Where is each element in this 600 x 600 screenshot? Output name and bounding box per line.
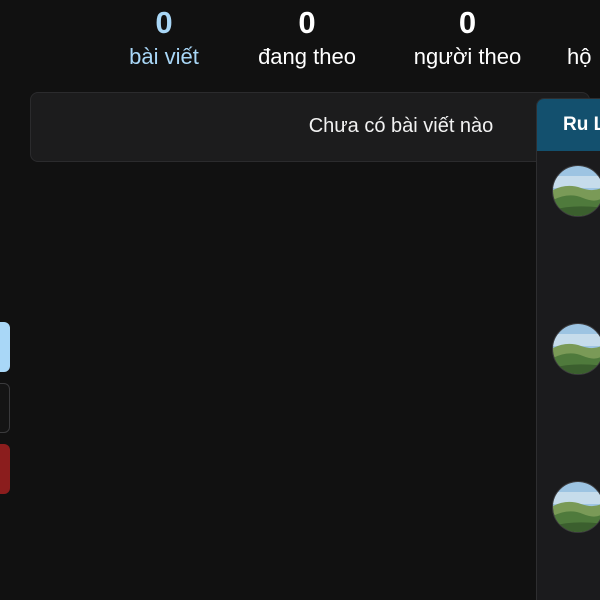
landscape-avatar-icon[interactable] [552,481,600,533]
posts-label: bài viết [129,44,199,69]
posts-count: 0 [155,5,173,40]
followers-label: người theo [413,44,522,69]
side-panel-title: Ru L [537,99,600,151]
stat-groups[interactable]: hộ [567,4,600,72]
landscape-avatar-icon[interactable] [552,165,600,217]
groups-label: hộ [567,44,592,69]
following-count: 0 [298,5,316,40]
side-panel: Ru L [536,98,600,600]
profile-page: 0 bài viết 0 đang theo 0 người theo hộ C… [0,0,600,600]
stat-posts[interactable]: 0 bài viết [124,4,204,72]
danger-edge-button[interactable] [0,444,10,494]
landscape-avatar-icon[interactable] [552,323,600,375]
stat-following[interactable]: 0 đang theo [247,4,367,72]
posts-empty-panel: Chưa có bài viết nào [30,92,590,162]
groups-count [567,4,600,42]
empty-posts-message: Chưa có bài viết nào [308,115,494,137]
stat-followers[interactable]: 0 người theo [405,4,530,72]
primary-edge-button[interactable] [0,322,10,372]
following-label: đang theo [258,44,356,69]
secondary-edge-button[interactable] [0,383,10,433]
followers-count: 0 [458,5,477,40]
